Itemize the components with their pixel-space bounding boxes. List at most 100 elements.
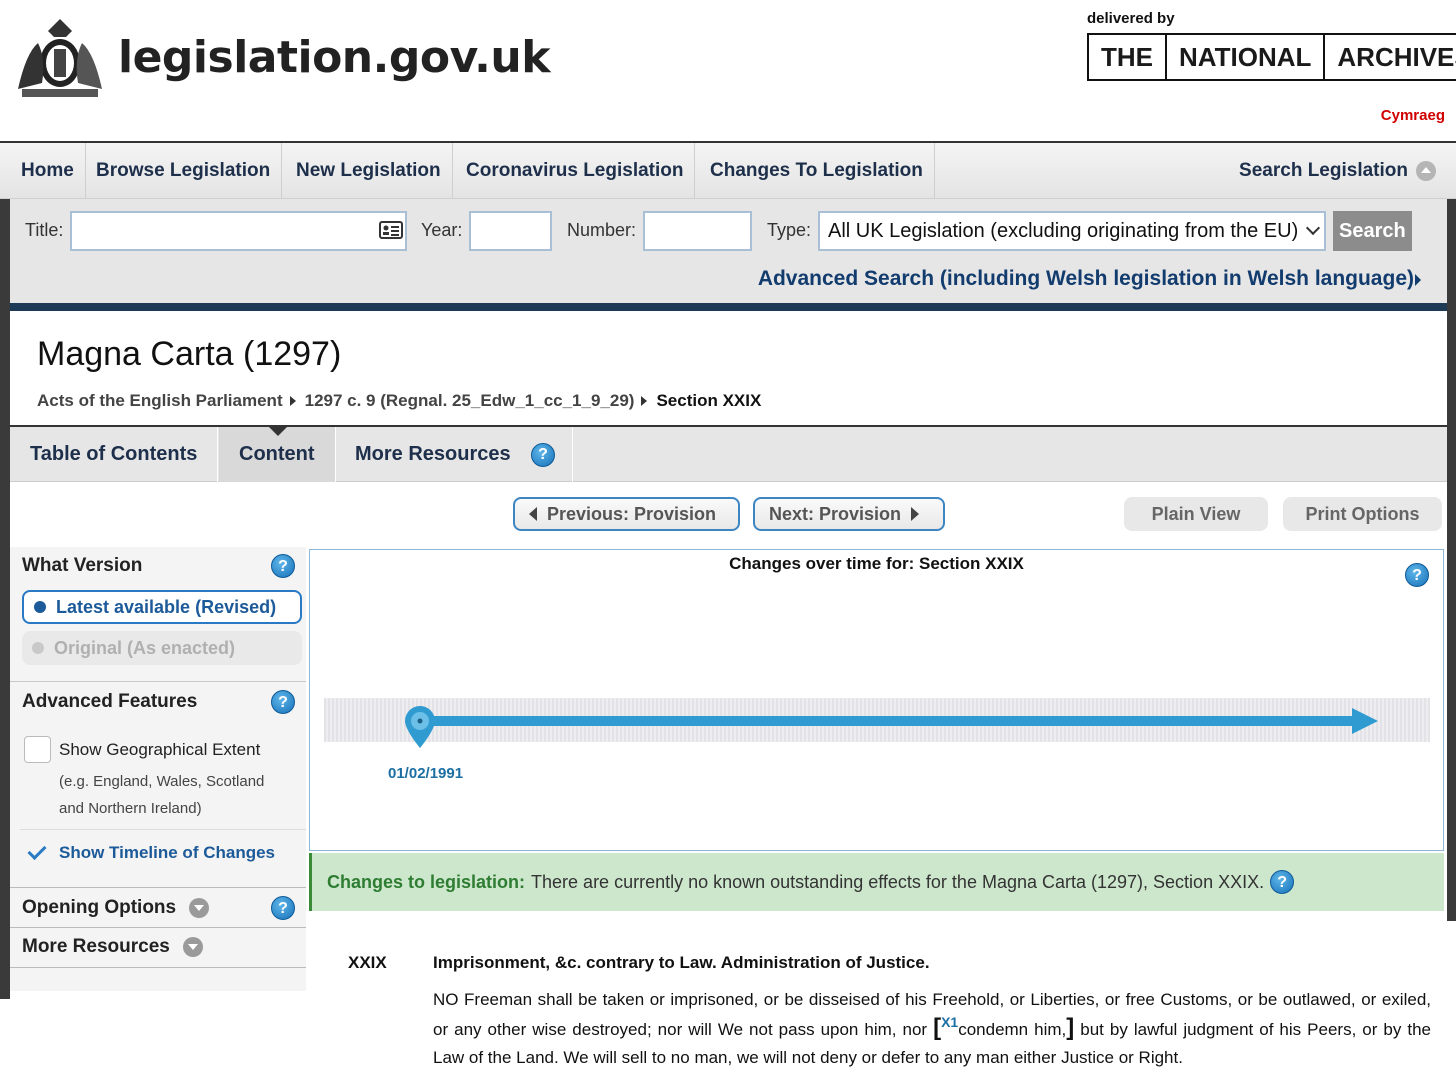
tna-word-archives: ARCHIVES	[1337, 42, 1456, 72]
timeline-checkbox[interactable]	[24, 840, 51, 867]
divider	[10, 927, 306, 928]
version-latest-label: Latest available (Revised)	[56, 596, 277, 617]
breadcrumb-item-act[interactable]: 1297 c. 9 (Regnal. 25_Edw_1_cc_1_9_29)	[305, 391, 635, 411]
help-icon[interactable]: ?	[1405, 563, 1429, 587]
tab-more-resources[interactable]: More Resources ?	[335, 427, 573, 482]
opening-options-toggle[interactable]: Opening Options	[22, 897, 210, 919]
help-icon[interactable]: ?	[1270, 870, 1295, 894]
timeline-date-label[interactable]: 01/02/1991	[388, 765, 463, 782]
breadcrumb-arrow-icon	[641, 396, 648, 406]
number-label: Number:	[567, 220, 637, 240]
site-name: legislation.gov.uk	[118, 31, 550, 83]
geographical-extent-label: Show Geographical Extent	[59, 740, 261, 759]
content-tabs: Table of Contents Content More Resources…	[10, 427, 1447, 482]
site-logo[interactable]: legislation.gov.uk	[8, 12, 550, 102]
timeline-arrow-icon	[1352, 708, 1378, 734]
tab-table-of-contents[interactable]: Table of Contents	[10, 427, 219, 482]
active-tab-pointer-icon	[269, 427, 287, 436]
version-latest-option[interactable]: Latest available (Revised)	[22, 590, 302, 624]
title-input[interactable]	[70, 211, 407, 251]
amendment-open-bracket: [	[933, 1014, 942, 1041]
nav-home[interactable]: Home	[10, 143, 86, 199]
breadcrumb-item-collection[interactable]: Acts of the English Parliament	[37, 391, 283, 411]
year-label: Year:	[421, 220, 463, 240]
legislation-type-select[interactable]: All UK Legislation (excluding originatin…	[818, 211, 1326, 251]
tna-word-the: THE	[1089, 35, 1167, 79]
help-icon[interactable]: ?	[271, 554, 295, 578]
sidebar: What Version ? Latest available (Revised…	[10, 547, 306, 991]
help-icon[interactable]: ?	[531, 443, 555, 467]
search-button[interactable]: Search	[1333, 211, 1412, 251]
divider	[20, 829, 306, 830]
help-icon[interactable]: ?	[271, 896, 295, 920]
nav-coronavirus-legislation[interactable]: Coronavirus Legislation	[455, 143, 696, 199]
previous-provision-button[interactable]: Previous: Provision	[513, 497, 740, 531]
divider	[10, 967, 306, 968]
triangle-right-icon	[911, 507, 920, 521]
next-provision-button[interactable]: Next: Provision	[753, 497, 945, 531]
timeline-option-label: Show Timeline of Changes	[59, 843, 275, 862]
nav-new-legislation[interactable]: New Legislation	[285, 143, 453, 199]
nav-changes-to-legislation[interactable]: Changes To Legislation	[699, 143, 935, 199]
legislation-title-area: Magna Carta (1297) Acts of the English P…	[10, 311, 1447, 427]
title-label: Title:	[25, 220, 64, 240]
previous-provision-label: Previous: Provision	[547, 504, 717, 524]
page-title: Magna Carta (1297)	[37, 335, 342, 373]
search-legislation-toggle[interactable]: Search Legislation	[1239, 143, 1436, 199]
delivered-by-label: delivered by	[1087, 10, 1175, 27]
national-archives-logo[interactable]: delivered by THE NATIONAL ARCHIVES	[1087, 10, 1456, 81]
print-options-button[interactable]: Print Options	[1283, 497, 1442, 531]
search-legislation-label: Search Legislation	[1239, 160, 1408, 181]
version-original-option: Original (As enacted)	[22, 631, 302, 665]
legislation-type-value: All UK Legislation (excluding originatin…	[828, 220, 1299, 242]
timeline-title: Changes over time for: Section XXIX	[729, 554, 1024, 573]
tna-wordmark: THE NATIONAL ARCHIVES	[1087, 33, 1456, 81]
contact-card-icon	[379, 221, 403, 239]
search-panel: Title: Year: Number: Type: All UK Legisl…	[10, 199, 1447, 303]
section-text: NO Freeman shall be taken or imprisoned,…	[433, 986, 1431, 1069]
plain-view-button[interactable]: Plain View	[1124, 497, 1268, 531]
help-icon[interactable]: ?	[271, 690, 295, 714]
annotation-reference-link[interactable]: X1	[941, 1014, 958, 1030]
year-input[interactable]	[469, 211, 552, 251]
next-provision-label: Next: Provision	[769, 504, 902, 524]
main-nav: Home Browse Legislation New Legislation …	[0, 143, 1456, 199]
arrow-right-icon	[1415, 274, 1421, 286]
royal-crest-icon	[18, 19, 102, 97]
site-header: legislation.gov.uk delivered by THE NATI…	[0, 0, 1456, 142]
opening-options-label: Opening Options	[22, 897, 177, 918]
divider	[10, 681, 306, 682]
provision-navigation: Previous: Provision Next: Provision Plai…	[10, 482, 1447, 547]
triangle-left-icon	[529, 507, 537, 521]
advanced-features-heading: Advanced Features	[22, 691, 198, 712]
page-frame-right	[1447, 199, 1456, 921]
version-original-label: Original (As enacted)	[54, 637, 236, 658]
tna-word-national: NATIONAL	[1167, 35, 1326, 79]
search-divider	[10, 303, 1447, 311]
breadcrumb-arrow-icon	[289, 396, 296, 406]
more-resources-label: More Resources	[22, 936, 170, 957]
breadcrumb: Acts of the English Parliament 1297 c. 9…	[37, 391, 761, 411]
geographical-extent-checkbox[interactable]	[24, 736, 51, 763]
what-version-heading: What Version	[22, 555, 143, 576]
number-input[interactable]	[643, 211, 752, 251]
section-heading: Imprisonment, &c. contrary to Law. Admin…	[433, 953, 930, 972]
tab-more-resources-label: More Resources	[355, 443, 511, 465]
changes-notice-text: There are currently no known outstanding…	[531, 871, 1265, 892]
advanced-search-link[interactable]: Advanced Search (including Welsh legisla…	[758, 267, 1414, 291]
selected-dot-icon	[34, 601, 46, 613]
changes-notice: Changes to legislation: There are curren…	[309, 853, 1444, 911]
chevron-down-icon	[1305, 220, 1321, 236]
geographical-extent-hint-line-1: (e.g. England, Wales, Scotland	[59, 773, 265, 790]
page-frame-left	[0, 199, 10, 999]
amended-text: condemn him,	[958, 1020, 1067, 1039]
breadcrumb-item-current: Section XXIX	[656, 391, 762, 410]
nav-browse-legislation[interactable]: Browse Legislation	[85, 143, 283, 199]
expand-down-icon	[189, 897, 210, 918]
welsh-language-link[interactable]: Cymraeg	[1381, 107, 1445, 124]
section-number: XXIX	[348, 953, 387, 972]
type-label: Type:	[767, 220, 812, 240]
more-resources-toggle[interactable]: More Resources	[22, 936, 204, 958]
unselected-dot-icon	[32, 642, 44, 654]
timeline-pin-icon[interactable]	[402, 704, 438, 750]
